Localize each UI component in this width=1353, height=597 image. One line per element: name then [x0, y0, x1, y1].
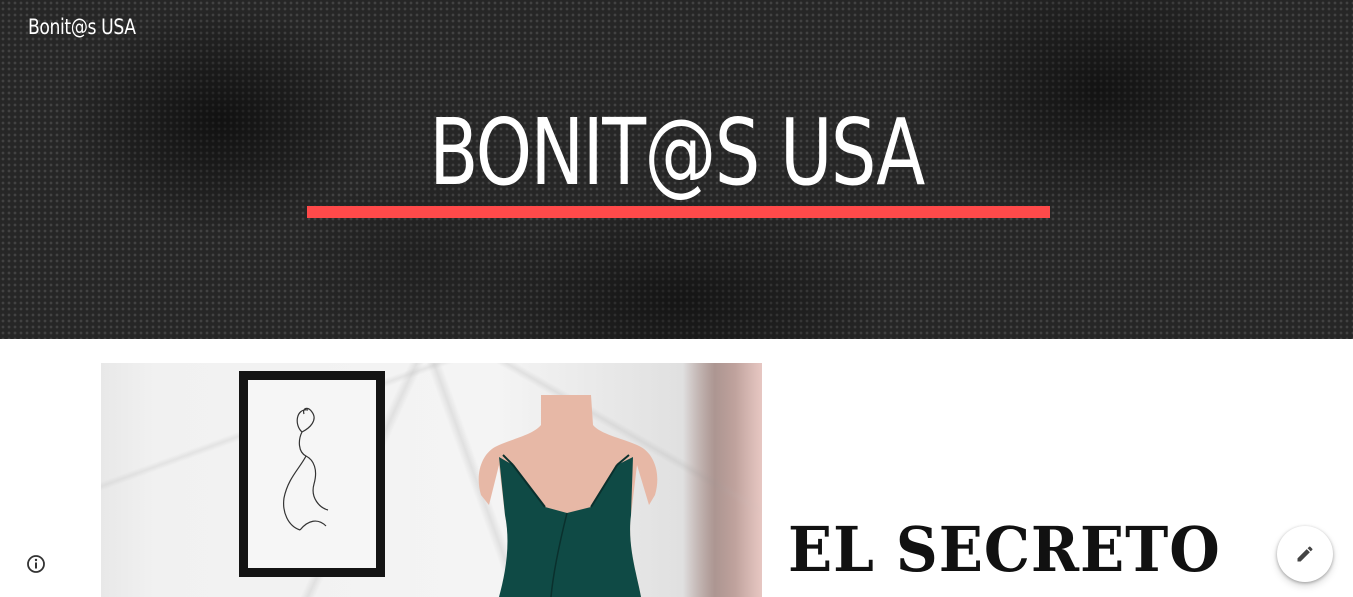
wall-art-frame: [239, 371, 385, 577]
promo-heading: EL SECRETO: [788, 513, 1221, 586]
product-image: [101, 363, 762, 597]
page-title: BONIT@S USA: [429, 99, 925, 206]
pencil-icon: [1297, 546, 1313, 562]
site-name-link[interactable]: Bonit@s USA: [28, 12, 136, 42]
edit-button[interactable]: [1277, 526, 1333, 582]
title-underline: [307, 206, 1050, 218]
info-icon[interactable]: [26, 554, 46, 574]
hero-banner: Bonit@s USA BONIT@S USA: [0, 0, 1353, 339]
line-art-drawing: [283, 407, 329, 531]
photo-edge-blur: [683, 363, 762, 597]
mannequin-dress: [441, 395, 671, 597]
